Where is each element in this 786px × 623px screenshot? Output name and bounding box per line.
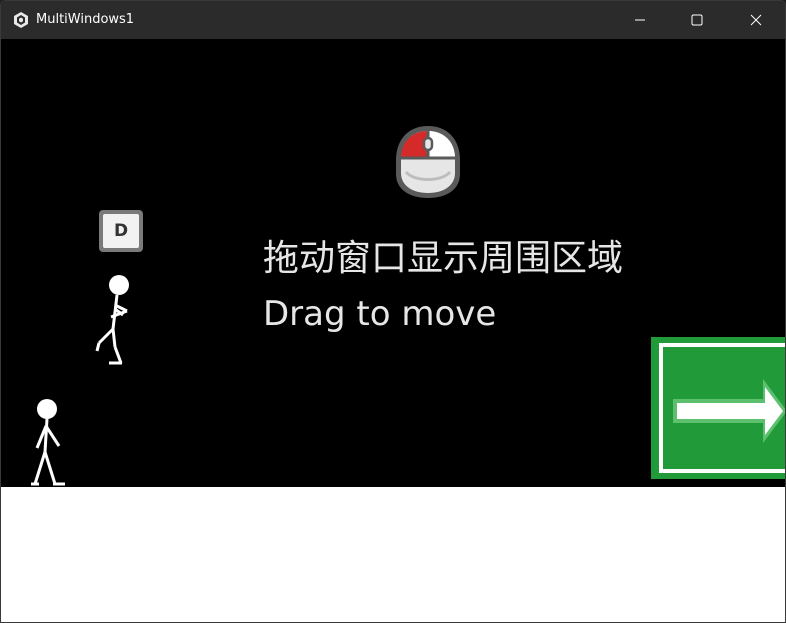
stick-figure-jumping [95,275,129,365]
minimize-button[interactable] [617,1,663,39]
exit-arrow-icon [659,343,785,473]
stick-figure-player [31,399,65,486]
instruction-english: Drag to move [263,294,497,334]
maximize-button[interactable] [674,1,720,39]
key-d-icon: D [99,210,143,252]
maximize-icon [691,14,703,26]
minimize-icon [635,19,645,21]
title-bar[interactable]: MultiWindows1 [1,1,785,39]
exit-arrow-sign [651,337,785,479]
game-window: MultiWindows1 D 拖动窗口显示周围区域 Drag to move [0,0,786,623]
mouse-left-click-icon [396,126,460,198]
ground-floor [1,487,785,622]
unity-app-icon [14,12,28,28]
close-button[interactable] [733,1,779,39]
instruction-chinese: 拖动窗口显示周围区域 [263,238,624,279]
window-title: MultiWindows1 [36,12,135,27]
close-icon [750,14,762,26]
key-d-label: D [103,214,139,248]
